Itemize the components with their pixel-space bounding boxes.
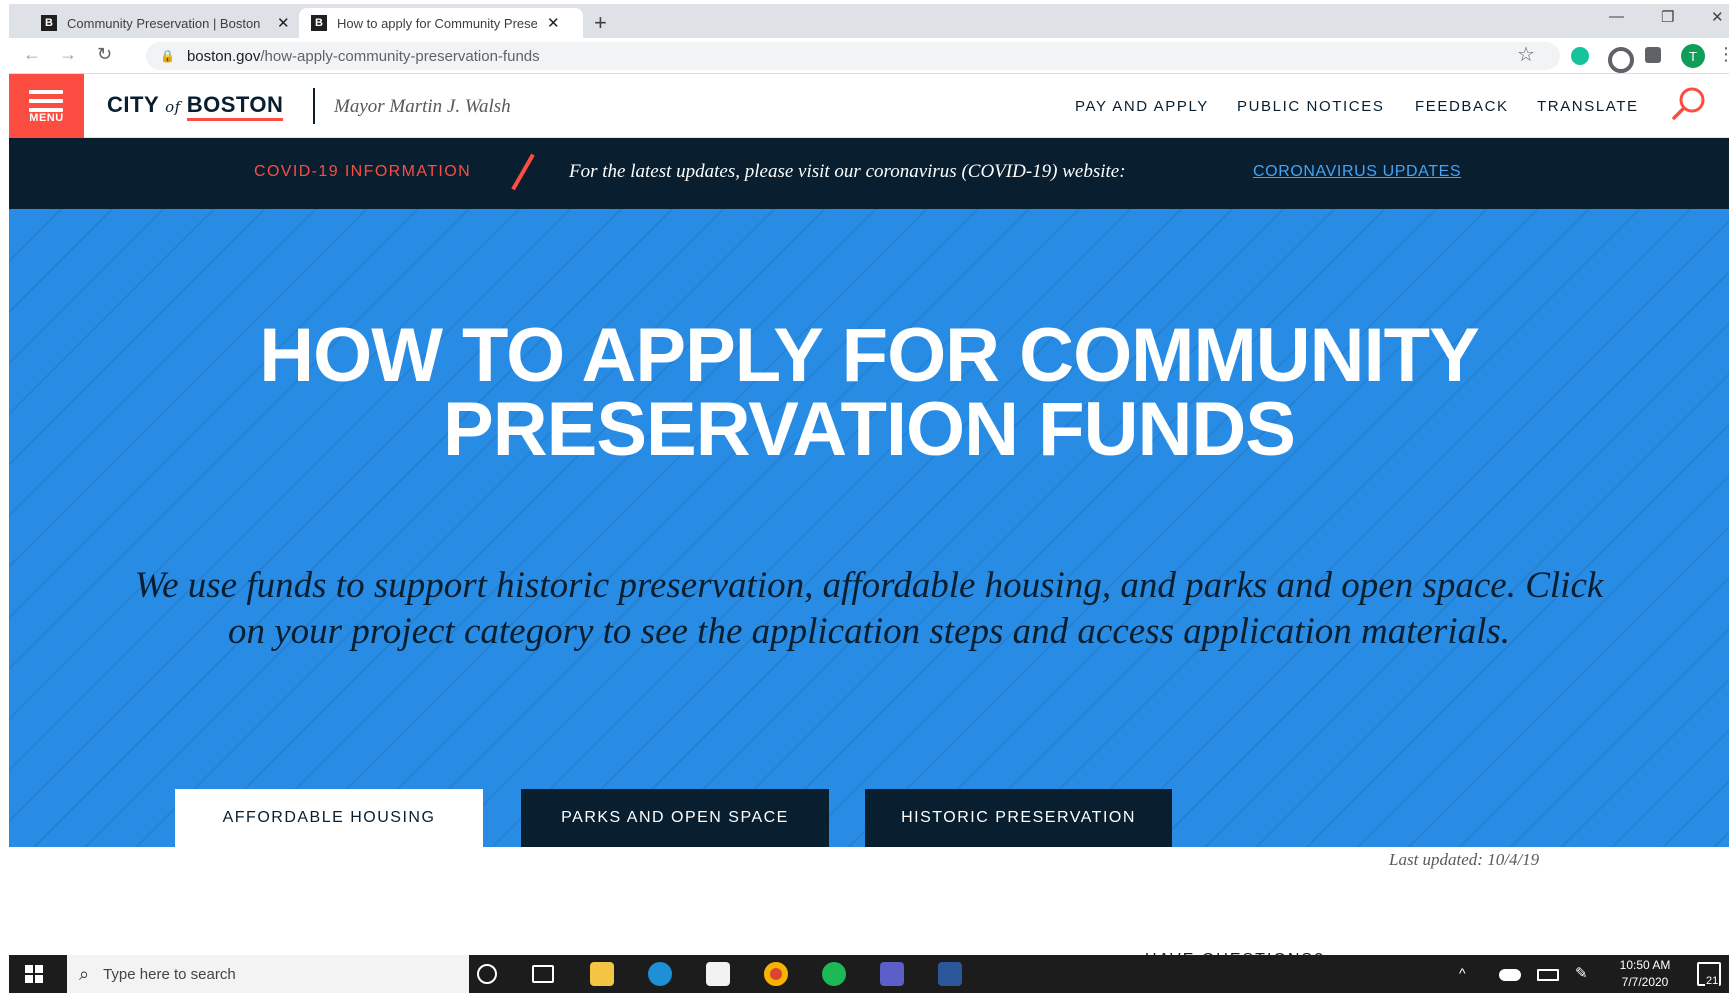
nav-feedback[interactable]: FEEDBACK [1415,98,1509,115]
hero-lead-text: We use funds to support historic preserv… [134,565,1604,652]
puzzle-extensions-icon[interactable] [1645,47,1661,63]
extension-circle-icon[interactable] [1608,47,1634,73]
tab-title: How to apply for Community Preservation … [337,15,537,31]
last-updated-text: Last updated: 10/4/19 [1389,850,1540,869]
site-header: MENU CITY of BOSTON Mayor Martin J. Walsh … [9,74,1729,138]
task-view-icon[interactable] [532,965,554,983]
back-arrow-icon[interactable]: ← [23,44,41,65]
edge-icon[interactable] [648,962,672,986]
forward-arrow-icon[interactable]: → [59,44,77,65]
minimize-icon[interactable]: — [1609,8,1624,25]
mayor-name: Mayor Martin J. Walsh [334,96,511,117]
logo-boston: BOSTON [186,92,284,121]
address-bar[interactable]: 🔒 boston.gov /how-apply-community-preser… [146,42,1560,70]
page-title: HOW TO APPLY FOR COMMUNITY PRESERVATION … [259,313,1480,472]
browser-menu-icon[interactable]: ⋮ [1717,44,1729,65]
grammarly-extension-icon[interactable] [1571,47,1589,65]
menu-button[interactable]: MENU [9,74,84,138]
teams-icon[interactable] [880,962,904,986]
nav-pay-and-apply[interactable]: PAY AND APPLY [1075,98,1209,115]
onedrive-icon[interactable] [1499,969,1521,981]
url-path: /how-apply-community-preservation-funds [260,47,540,65]
spotify-icon[interactable] [822,962,846,986]
menu-label: MENU [29,112,64,124]
search-icon[interactable] [1669,84,1709,124]
logo-city: CITY [107,92,160,117]
browser-tab-strip: B Community Preservation | Boston ✕ B Ho… [9,4,1729,38]
url-host: boston.gov [186,47,261,65]
tab-parks-and-open-space[interactable]: PARKS AND OPEN SPACE [521,789,829,847]
new-tab-button[interactable]: + [594,10,607,36]
covid-label: COVID-19 INFORMATION [254,163,472,180]
boston-favicon-icon: B [311,15,327,31]
covid-alert-bar: COVID-19 INFORMATION For the latest upda… [9,138,1729,209]
covid-message: For the latest updates, please visit our… [569,161,1126,182]
tab-historic-preservation[interactable]: HISTORIC PRESERVATION [865,789,1172,847]
file-explorer-icon[interactable] [590,962,614,986]
browser-toolbar: ← → ↻ 🔒 boston.gov /how-apply-community-… [9,38,1729,74]
city-of-boston-logo[interactable]: CITY of BOSTON [107,92,284,121]
word-icon[interactable] [938,962,962,986]
coronavirus-updates-link[interactable]: CORONAVIRUS UPDATES [1253,163,1461,181]
profile-avatar[interactable]: T [1681,44,1705,68]
restore-icon[interactable]: ❐ [1661,8,1674,26]
tab-title: Community Preservation | Boston [67,15,261,31]
clock-time[interactable]: 10:50 AM [1605,958,1685,972]
pen-icon[interactable]: ✎ [1575,964,1588,982]
battery-icon[interactable] [1537,969,1559,981]
cortana-icon[interactable] [477,964,497,984]
notification-count: 21 [1705,975,1720,987]
chrome-icon[interactable] [764,962,788,986]
window-close-icon[interactable]: ✕ [1711,8,1724,26]
reload-icon[interactable]: ↻ [97,44,112,65]
tab-close-icon[interactable]: ✕ [547,14,560,32]
windows-logo-icon [25,965,43,983]
search-icon: ⌕ [79,963,90,984]
covid-slash-divider [511,153,535,191]
nav-translate[interactable]: TRANSLATE [1537,98,1639,115]
clock-date[interactable]: 7/7/2020 [1605,975,1685,989]
bookmark-star-icon[interactable]: ☆ [1517,42,1535,67]
logo-of: of [165,98,181,116]
nav-public-notices[interactable]: PUBLIC NOTICES [1237,98,1384,115]
hero-section: HOW TO APPLY FOR COMMUNITY PRESERVATION … [9,209,1729,847]
browser-tab-how-to-apply[interactable]: B How to apply for Community Preservatio… [299,8,583,38]
tab-close-icon[interactable]: ✕ [277,14,290,32]
lock-icon: 🔒 [160,49,175,63]
header-divider [313,88,315,124]
boston-favicon-icon: B [41,15,57,31]
taskbar-search-placeholder: Type here to search [103,965,236,983]
windows-taskbar: ⌕ Type here to search ^ ✎ 10:50 AM 7/7/2… [9,955,1729,993]
chevron-up-icon[interactable]: ^ [1459,965,1466,981]
tab-affordable-housing[interactable]: AFFORDABLE HOUSING [175,789,483,847]
start-button[interactable] [9,955,59,993]
browser-tab-community-preservation[interactable]: B Community Preservation | Boston ✕ [29,8,311,38]
taskbar-search-box[interactable]: ⌕ Type here to search [67,955,469,993]
microsoft-store-icon[interactable] [706,962,730,986]
